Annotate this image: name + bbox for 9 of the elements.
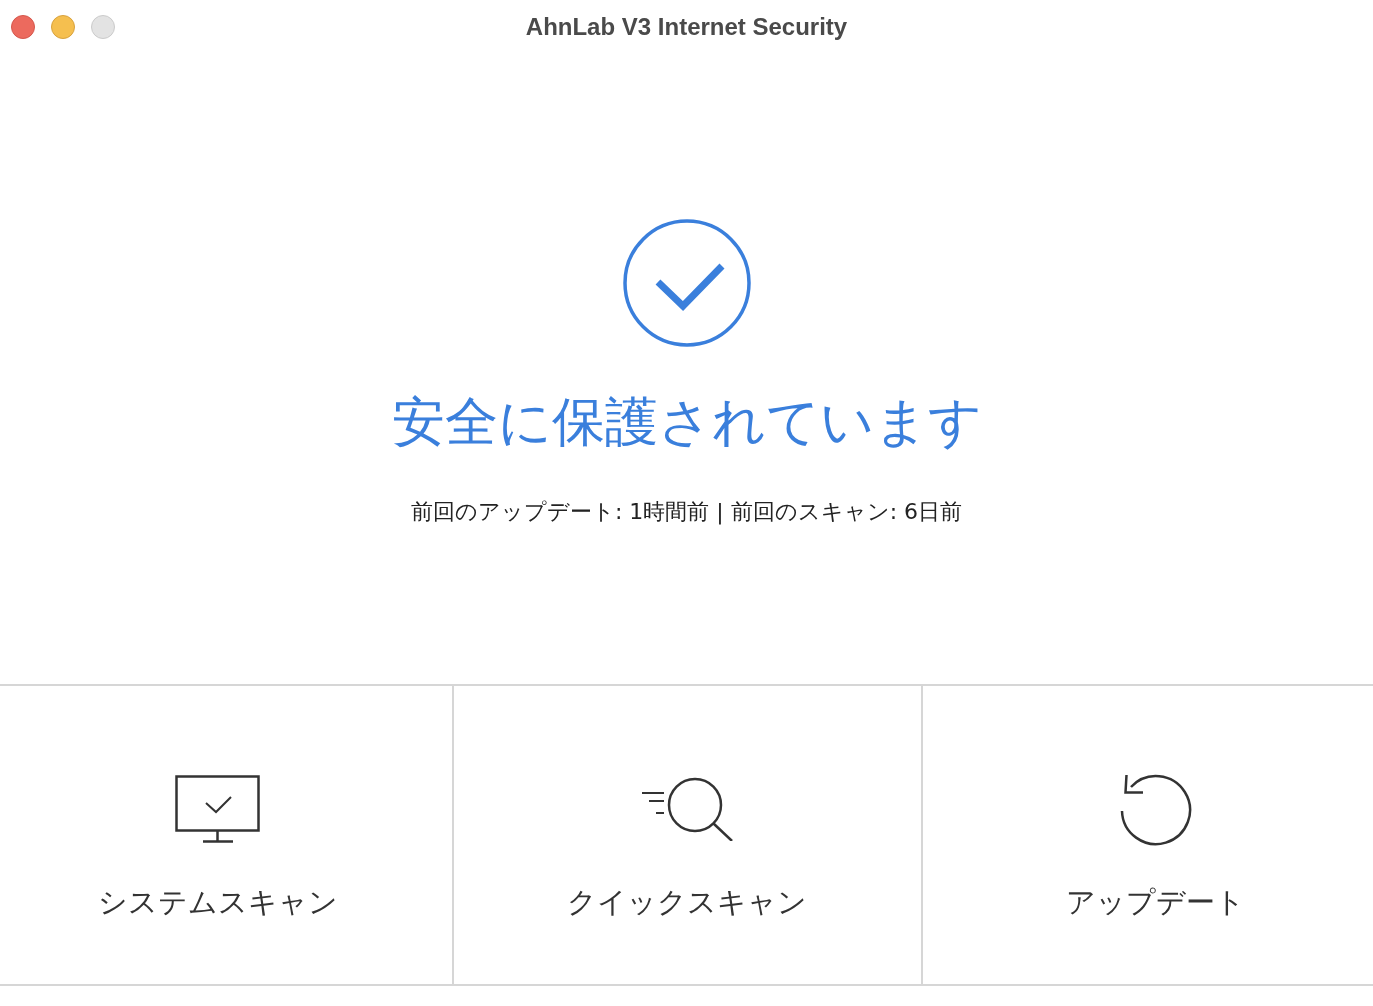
window-close-button[interactable] — [11, 14, 35, 39]
search-icon — [641, 777, 734, 841]
window-title: AhnLab V3 Internet Security — [525, 12, 848, 41]
window-minimize-button[interactable] — [51, 14, 75, 39]
monitor-check-icon — [175, 775, 262, 843]
refresh-icon — [1118, 772, 1193, 846]
status-details: 前回のアップデート: 1時間前 | 前回のスキャン: 6日前 — [410, 498, 963, 527]
status-headline: 安全に保護されています — [391, 390, 982, 454]
check-circle-icon — [621, 218, 752, 348]
